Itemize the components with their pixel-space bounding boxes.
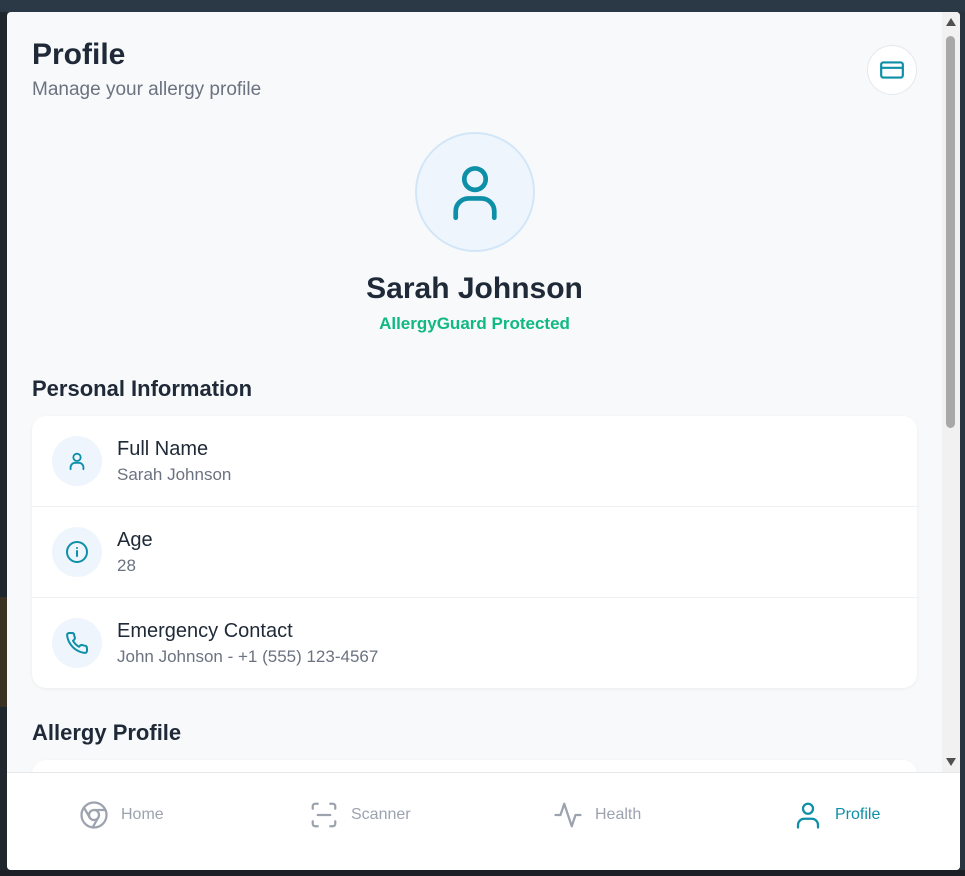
nav-label-health: Health [595,806,642,823]
info-row-full-name[interactable]: Full Name Sarah Johnson [32,416,917,507]
home-icon [80,801,108,829]
nav-label-scanner: Scanner [351,806,411,823]
allergy-profile-card [32,760,917,772]
section-title-personal: Personal Information [32,376,253,401]
scanner-icon [311,802,337,828]
nav-item-scanner[interactable]: Scanner [309,797,411,833]
bottom-nav: Home Scanner Health Profile [7,772,960,870]
user-icon [796,802,820,829]
nav-item-health[interactable]: Health [553,797,641,833]
info-row-emergency-contact[interactable]: Emergency Contact John Johnson - +1 (555… [32,598,917,688]
section-title-allergy: Allergy Profile [32,720,182,745]
app-window: Profile Manage your allergy profile Sara… [7,12,960,870]
page-subtitle: Manage your allergy profile [32,79,262,100]
background-bottom-edge [0,870,965,876]
scrollbar[interactable] [942,12,960,772]
phone-icon [52,618,102,668]
nav-item-home[interactable]: Home [79,797,164,833]
user-icon [453,166,497,221]
nav-label-home: Home [121,806,164,823]
card-button[interactable] [867,45,917,95]
nav-item-profile[interactable]: Profile [793,797,880,833]
info-value: Sarah Johnson [117,465,232,484]
nav-label-profile: Profile [835,806,881,823]
personal-info-card: Full Name Sarah Johnson Age 28 Emergency… [32,416,917,688]
info-icon [52,527,102,577]
credit-card-icon [880,61,904,79]
health-icon [554,802,582,828]
protection-status: AllergyGuard Protected [379,314,570,333]
info-label: Emergency Contact [117,620,293,642]
avatar[interactable] [415,132,535,252]
user-icon [52,436,102,486]
background-left-edge [0,12,7,876]
info-row-age[interactable]: Age 28 [32,507,917,598]
scroll-up-arrow-icon[interactable] [946,18,956,26]
info-label: Age [117,529,153,551]
profile-content: Profile Manage your allergy profile Sara… [7,12,942,772]
info-label: Full Name [117,438,209,460]
background-window-bar [0,0,965,12]
scroll-down-arrow-icon[interactable] [946,758,956,766]
scroll-thumb[interactable] [946,36,955,428]
page-title: Profile [32,38,126,71]
info-value: 28 [117,556,136,575]
info-value: John Johnson - +1 (555) 123-4567 [117,647,379,666]
user-name: Sarah Johnson [366,272,583,305]
